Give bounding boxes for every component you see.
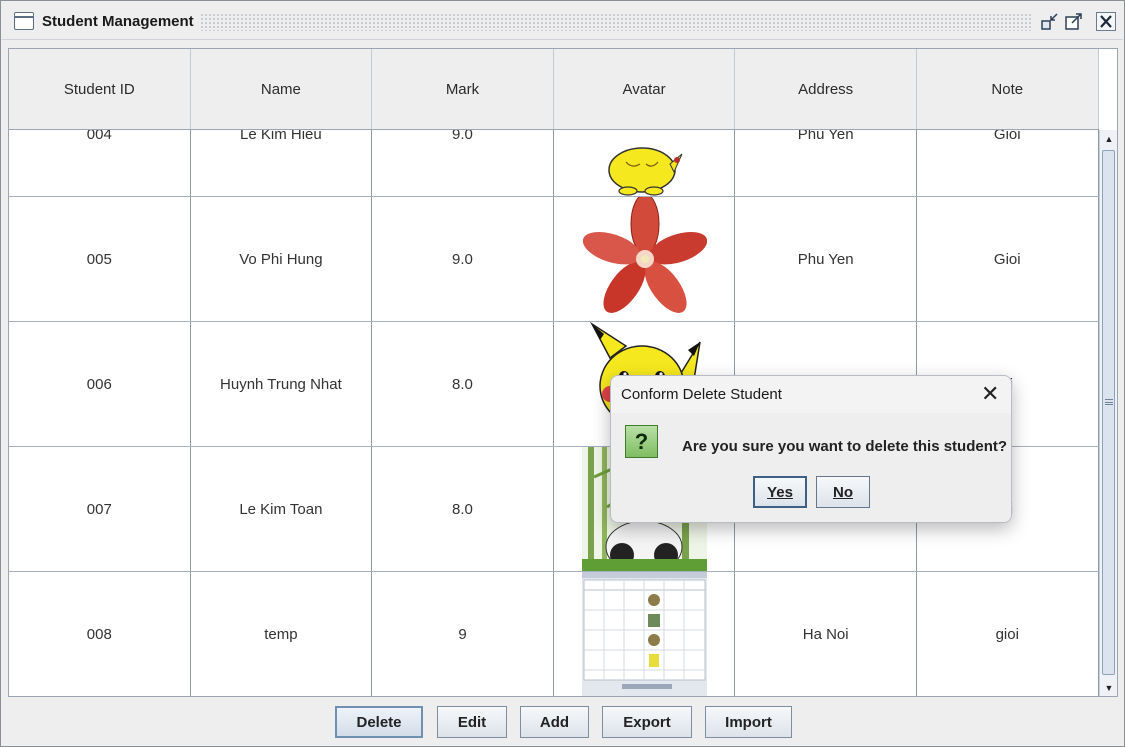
- iconify-button[interactable]: [1040, 12, 1060, 31]
- cell-student-id[interactable]: 004: [9, 130, 191, 196]
- title-bar[interactable]: Student Management: [2, 2, 1123, 40]
- export-button[interactable]: Export: [602, 706, 692, 738]
- table-header: Student ID Name Mark Avatar Address Note: [9, 49, 1099, 130]
- dialog-body: ? Are you sure you want to delete this s…: [611, 413, 1011, 522]
- vertical-scrollbar[interactable]: ▲ ▼: [1099, 130, 1117, 696]
- maximize-icon: [1065, 13, 1082, 30]
- cell-name[interactable]: Le Kim Toan: [191, 447, 373, 571]
- cell-student-id[interactable]: 008: [9, 572, 191, 696]
- add-button[interactable]: Add: [520, 706, 589, 738]
- cell-address[interactable]: Phu Yen: [735, 197, 917, 321]
- student-table[interactable]: Student ID Name Mark Avatar Address Note…: [8, 48, 1118, 697]
- import-button[interactable]: Import: [705, 706, 792, 738]
- table-row[interactable]: 005 Vo Phi Hung 9.0 Phu Yen Gioi: [9, 197, 1099, 322]
- column-header-student-id[interactable]: Student ID: [9, 49, 191, 129]
- close-icon: [1100, 15, 1112, 28]
- cell-address[interactable]: Phu Yen: [735, 130, 917, 196]
- action-button-bar: Delete Edit Add Export Import: [2, 698, 1123, 746]
- cell-avatar[interactable]: [554, 197, 736, 321]
- cell-name[interactable]: Vo Phi Hung: [191, 197, 373, 321]
- cell-name[interactable]: Le Kim Hieu: [191, 130, 373, 196]
- close-button[interactable]: [1096, 12, 1116, 31]
- cell-note[interactable]: gioi: [917, 572, 1099, 696]
- cell-mark[interactable]: 8.0: [372, 447, 554, 571]
- edit-button[interactable]: Edit: [437, 706, 507, 738]
- maximize-button[interactable]: [1064, 12, 1084, 31]
- table-row[interactable]: 004 Le Kim Hieu 9.0 Phu Yen Gioi: [9, 130, 1099, 197]
- column-header-mark[interactable]: Mark: [372, 49, 554, 129]
- red-flower-avatar: [582, 197, 707, 321]
- close-icon[interactable]: ✕: [981, 381, 999, 407]
- cell-avatar[interactable]: [554, 572, 736, 696]
- question-icon: ?: [625, 425, 658, 458]
- cell-name[interactable]: temp: [191, 572, 373, 696]
- cell-note[interactable]: Gioi: [917, 197, 1099, 321]
- column-header-name[interactable]: Name: [191, 49, 373, 129]
- window-title: Student Management: [42, 13, 194, 30]
- cell-student-id[interactable]: 006: [9, 322, 191, 446]
- no-button[interactable]: No: [816, 476, 870, 508]
- table-row[interactable]: 008 temp 9 Ha Noi gioi: [9, 572, 1099, 696]
- cell-student-id[interactable]: 005: [9, 197, 191, 321]
- yes-button[interactable]: Yes: [753, 476, 807, 508]
- pikachu-avatar: [582, 130, 707, 196]
- cell-name[interactable]: Huynh Trung Nhat: [191, 322, 373, 446]
- screenshot-avatar: [581, 572, 707, 696]
- cell-student-id[interactable]: 007: [9, 447, 191, 571]
- cell-mark[interactable]: 9.0: [372, 197, 554, 321]
- dialog-title: Conform Delete Student: [621, 386, 782, 403]
- main-window: Student Management Student ID Name Mark …: [0, 0, 1125, 747]
- scrollbar-thumb[interactable]: [1102, 150, 1115, 675]
- cell-address[interactable]: Ha Noi: [735, 572, 917, 696]
- dialog-message: Are you sure you want to delete this stu…: [682, 438, 1008, 455]
- confirm-delete-dialog[interactable]: Conform Delete Student ✕ ? Are you sure …: [610, 375, 1012, 523]
- cell-avatar[interactable]: [554, 130, 736, 196]
- scrollbar-grip-icon: [1105, 399, 1113, 405]
- scroll-down-icon[interactable]: ▼: [1102, 681, 1116, 695]
- window-icon: [14, 12, 34, 30]
- title-bar-grip: [200, 13, 1032, 31]
- cell-mark[interactable]: 9: [372, 572, 554, 696]
- cell-note[interactable]: Gioi: [917, 130, 1099, 196]
- column-header-address[interactable]: Address: [735, 49, 917, 129]
- column-header-note[interactable]: Note: [917, 49, 1099, 129]
- delete-button[interactable]: Delete: [335, 706, 423, 738]
- cell-mark[interactable]: 8.0: [372, 322, 554, 446]
- scroll-up-icon[interactable]: ▲: [1102, 132, 1116, 146]
- cell-mark[interactable]: 9.0: [372, 130, 554, 196]
- column-header-avatar[interactable]: Avatar: [554, 49, 736, 129]
- iconify-icon: [1041, 13, 1058, 30]
